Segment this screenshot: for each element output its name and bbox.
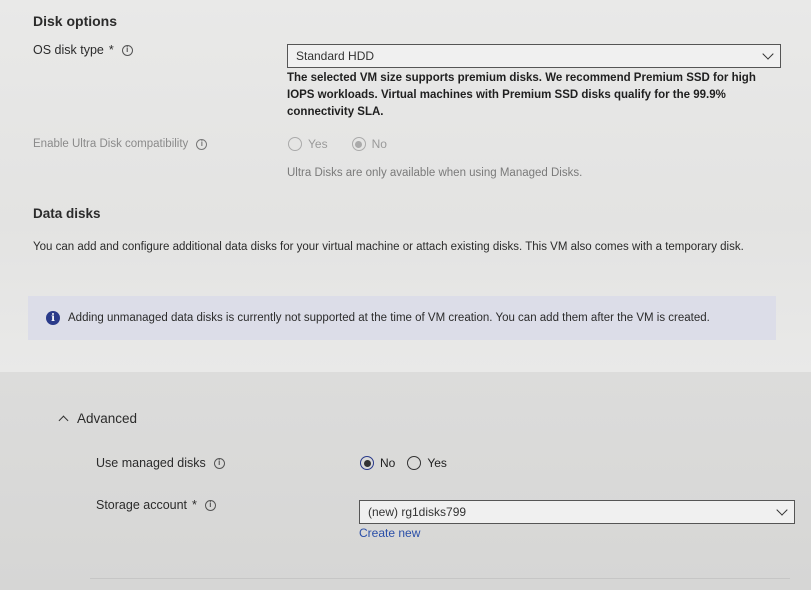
info-circle-icon[interactable]: i <box>121 44 133 56</box>
info-banner-text: Adding unmanaged data disks is currently… <box>68 312 710 324</box>
use-managed-disks-label: Use managed disks i <box>96 456 225 470</box>
ultra-disk-yes-label: Yes <box>308 137 328 151</box>
data-disks-title: Data disks <box>33 206 101 221</box>
ultra-disk-label-text: Enable Ultra Disk compatibility <box>33 138 189 150</box>
use-managed-disks-radio-group: No Yes <box>360 456 447 470</box>
disk-options-title: Disk options <box>33 13 118 29</box>
storage-account-label: Storage account * i <box>96 498 216 512</box>
info-circle-icon[interactable]: i <box>196 138 208 150</box>
chevron-up-icon <box>58 415 69 426</box>
os-disk-type-help: The selected VM size supports premium di… <box>287 72 756 118</box>
managed-disks-yes-label: Yes <box>427 456 447 470</box>
storage-account-select[interactable]: (new) rg1disks799 <box>359 500 795 524</box>
required-mark: * <box>192 498 197 512</box>
storage-account-label-text: Storage account <box>96 498 188 512</box>
chevron-down-icon <box>762 48 774 60</box>
os-disk-type-label-text: OS disk type <box>33 43 104 57</box>
divider <box>90 578 790 579</box>
info-circle-icon[interactable]: i <box>204 499 216 511</box>
managed-disks-no-radio[interactable] <box>360 456 374 470</box>
advanced-panel <box>0 372 811 590</box>
info-filled-icon: i <box>46 311 60 325</box>
managed-disks-no-label: No <box>380 456 396 470</box>
ultra-disk-radio-group: Yes No <box>288 137 387 151</box>
info-banner: i Adding unmanaged data disks is current… <box>28 296 776 340</box>
os-disk-type-label: OS disk type * i <box>33 43 133 57</box>
advanced-title: Advanced <box>77 411 138 426</box>
storage-account-value: (new) rg1disks799 <box>368 505 467 519</box>
info-circle-icon[interactable]: i <box>213 457 225 469</box>
ultra-disk-no-radio[interactable] <box>351 137 366 151</box>
use-managed-disks-label-text: Use managed disks <box>96 456 206 470</box>
data-disks-description: You can add and configure additional dat… <box>33 241 744 253</box>
os-disk-type-value: Standard HDD <box>296 49 375 63</box>
ultra-disk-note: Ultra Disks are only available when usin… <box>287 167 583 179</box>
advanced-toggle[interactable]: Advanced <box>58 411 138 426</box>
create-new-link[interactable]: Create new <box>359 526 420 540</box>
required-mark: * <box>108 43 114 57</box>
chevron-down-icon <box>776 504 788 516</box>
ultra-disk-yes-radio[interactable] <box>288 137 302 151</box>
managed-disks-yes-radio[interactable] <box>407 456 422 470</box>
ultra-disk-no-label: No <box>371 137 387 151</box>
ultra-disk-label: Enable Ultra Disk compatibility i <box>33 138 208 150</box>
os-disk-type-select[interactable]: Standard HDD <box>287 44 781 68</box>
